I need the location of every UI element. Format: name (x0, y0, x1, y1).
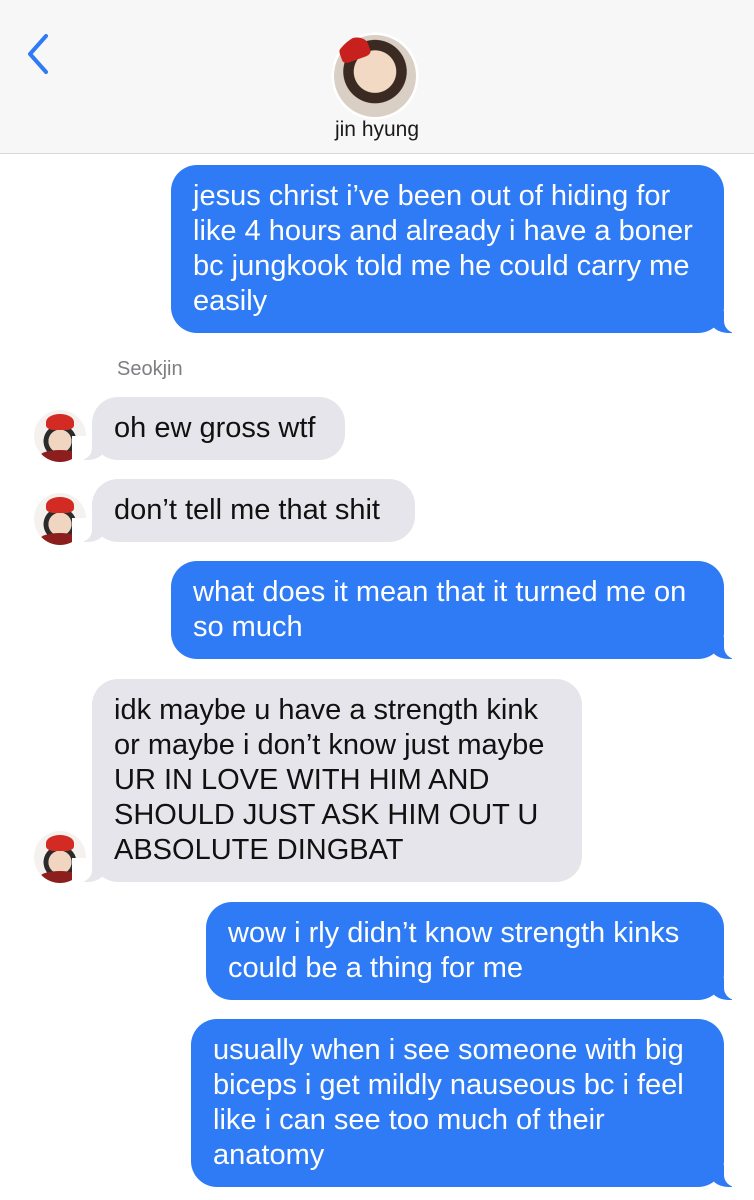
conversation-header: jin hyung (0, 0, 754, 154)
sender-name: Seokjin (117, 358, 183, 380)
chevron-left-icon (28, 34, 48, 74)
message-bubble-sent[interactable]: what does it mean that it turned me on s… (171, 561, 744, 659)
message-bubble-sent[interactable]: usually when i see someone with big bice… (191, 1019, 744, 1187)
contact-name[interactable]: jin hyung (0, 118, 754, 142)
contact-avatar[interactable] (331, 32, 419, 120)
message-bubble-received[interactable]: don’t tell me that shit (72, 479, 415, 542)
message-bubble-sent[interactable]: jesus christ i’ve been out of hiding for… (171, 165, 744, 333)
message-bubble-sent[interactable]: wow i rly didn’t know strength kinks cou… (206, 902, 744, 1000)
message-bubble-received[interactable]: idk maybe u have a strength kink or mayb… (72, 679, 582, 882)
message-bubble-received[interactable]: oh ew gross wtf (72, 397, 345, 460)
back-button[interactable] (22, 32, 56, 76)
